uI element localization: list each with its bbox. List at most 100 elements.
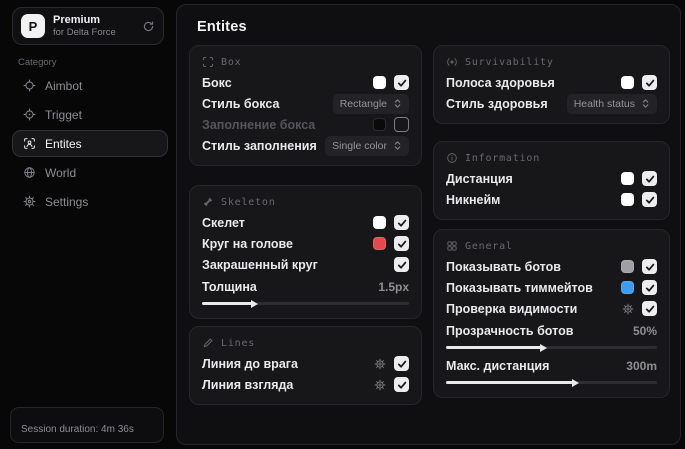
setting-label: Прозрачность ботов	[446, 323, 574, 338]
color-swatch[interactable]	[621, 76, 634, 89]
checkbox[interactable]	[394, 377, 409, 392]
bot-opacity-slider[interactable]	[446, 343, 657, 352]
color-swatch[interactable]	[373, 118, 386, 131]
fill-style-dropdown[interactable]: Single color	[325, 135, 409, 156]
color-swatch[interactable]	[621, 281, 634, 294]
setting-label: Макс. дистанция	[446, 358, 550, 373]
setting-row: Макс. дистанция 300m	[446, 356, 657, 387]
brand-subtitle: for Delta Force	[53, 27, 116, 38]
slider-value: 1.5px	[378, 279, 409, 294]
setting-row: Круг на голове	[202, 233, 409, 254]
box-style-dropdown[interactable]: Rectangle	[332, 93, 409, 114]
card-header-label: Skeleton	[221, 196, 276, 208]
page-title: Entites	[197, 19, 247, 35]
setting-label: Показывать ботов	[446, 259, 561, 274]
card-lines: Lines Линия до врага Линия взгляда	[189, 326, 422, 405]
setting-label: Скелет	[202, 215, 245, 230]
setting-label: Никнейм	[446, 192, 501, 207]
checkbox[interactable]	[642, 171, 657, 186]
pencil-line-icon	[202, 337, 214, 349]
category-label: Category	[18, 57, 57, 68]
chevron-selector-icon	[393, 140, 402, 151]
setting-row: Заполнение бокса	[202, 114, 409, 135]
gear-icon[interactable]	[374, 358, 386, 370]
card-general: General Показывать ботов Показывать тимм…	[433, 229, 670, 398]
card-header: General	[446, 240, 657, 252]
sidebar-item-world[interactable]: World	[12, 159, 168, 186]
sidebar-item-entites[interactable]: Entites	[12, 130, 168, 157]
setting-label: Толщина	[202, 279, 257, 294]
checkbox[interactable]	[642, 301, 657, 316]
color-swatch[interactable]	[373, 76, 386, 89]
checkbox[interactable]	[642, 259, 657, 274]
sidebar-item-aimbot[interactable]: Aimbot	[12, 72, 168, 99]
card-survivability: Survivability Полоса здоровья Стиль здор…	[433, 45, 670, 124]
color-swatch[interactable]	[373, 216, 386, 229]
setting-label: Проверка видимости	[446, 301, 578, 316]
setting-label: Полоса здоровья	[446, 75, 555, 90]
brand-logo-letter: P	[28, 18, 38, 34]
checkbox[interactable]	[394, 117, 409, 132]
sidebar-item-label: Entites	[45, 136, 82, 151]
setting-row: Стиль заполнения Single color	[202, 135, 409, 156]
slider-thumb[interactable]	[539, 343, 547, 352]
brand-title: Premium	[53, 14, 101, 26]
setting-row: Показывать тиммейтов	[446, 277, 657, 298]
color-swatch[interactable]	[373, 237, 386, 250]
health-style-dropdown[interactable]: Health status	[566, 93, 657, 114]
setting-row: Полоса здоровья	[446, 72, 657, 93]
survivability-icon	[446, 56, 458, 68]
setting-label: Стиль бокса	[202, 96, 280, 111]
card-header: Survivability	[446, 56, 657, 68]
slider-thumb[interactable]	[250, 299, 258, 308]
checkbox[interactable]	[642, 75, 657, 90]
setting-label: Бокс	[202, 75, 232, 90]
gear-icon[interactable]	[622, 303, 634, 315]
bone-icon	[202, 196, 214, 208]
checkbox[interactable]	[394, 236, 409, 251]
setting-row: Прозрачность ботов 50%	[446, 321, 657, 352]
session-duration-box: Session duration: 4m 36s	[10, 407, 164, 443]
sidebar-item-label: Trigget	[45, 107, 82, 122]
card-header-label: Lines	[221, 337, 256, 349]
checkbox[interactable]	[642, 280, 657, 295]
globe-icon	[23, 166, 36, 179]
entities-icon	[23, 137, 36, 150]
checkbox[interactable]	[394, 215, 409, 230]
color-swatch[interactable]	[621, 172, 634, 185]
sidebar-nav: Aimbot Trigget Entites World Settings	[8, 72, 172, 215]
refresh-icon[interactable]	[142, 20, 155, 33]
scan-brackets-icon	[202, 56, 214, 68]
setting-row: Бокс	[202, 72, 409, 93]
color-swatch[interactable]	[621, 260, 634, 273]
card-header-label: Information	[465, 152, 541, 164]
checkbox[interactable]	[394, 75, 409, 90]
setting-label: Показывать тиммейтов	[446, 280, 593, 295]
gear-icon	[23, 195, 36, 208]
slider-value: 50%	[632, 323, 657, 338]
sidebar-item-trigget[interactable]: Trigget	[12, 101, 168, 128]
chevron-selector-icon	[641, 98, 650, 109]
premium-card: P Premium for Delta Force	[12, 7, 164, 45]
checkbox[interactable]	[394, 257, 409, 272]
checkbox[interactable]	[642, 192, 657, 207]
checkbox[interactable]	[394, 356, 409, 371]
dropdown-value: Health status	[573, 97, 635, 110]
crosshair-icon	[23, 79, 36, 92]
gear-icon[interactable]	[374, 379, 386, 391]
sidebar-item-label: Settings	[45, 194, 89, 209]
setting-row: Стиль бокса Rectangle	[202, 93, 409, 114]
sidebar-item-label: Aimbot	[45, 78, 83, 93]
max-distance-slider[interactable]	[446, 378, 657, 387]
setting-row: Никнейм	[446, 189, 657, 210]
sidebar-item-settings[interactable]: Settings	[12, 188, 168, 215]
dropdown-value: Rectangle	[339, 97, 387, 110]
color-swatch[interactable]	[621, 193, 634, 206]
card-header: Information	[446, 152, 657, 164]
setting-row: Закрашенный круг	[202, 254, 409, 275]
brand-logo: P	[21, 14, 45, 38]
thickness-slider[interactable]	[202, 299, 409, 308]
slider-thumb[interactable]	[571, 378, 579, 387]
card-header: Skeleton	[202, 196, 409, 208]
setting-label: Линия до врага	[202, 356, 298, 371]
